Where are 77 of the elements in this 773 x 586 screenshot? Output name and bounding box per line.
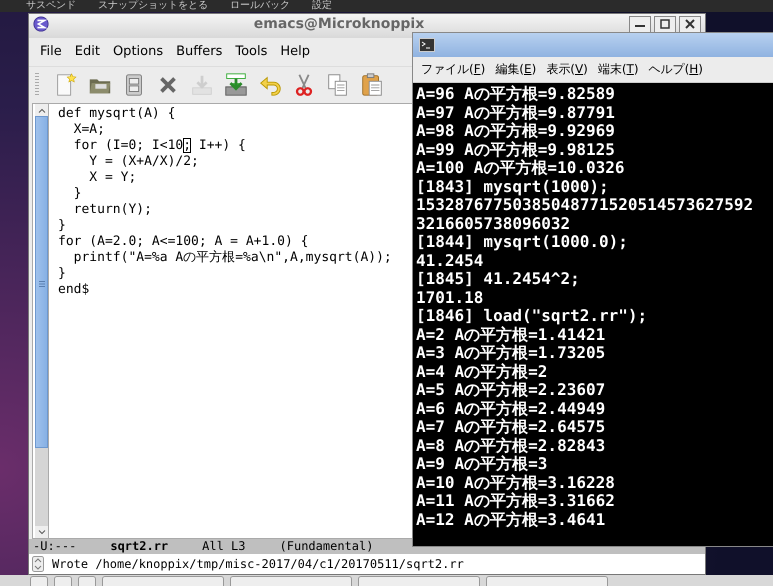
- menu-item[interactable]: Options: [108, 43, 168, 63]
- taskbar-icon[interactable]: [78, 576, 96, 586]
- menu-item[interactable]: File: [35, 43, 67, 63]
- code-line: return(Y);: [72, 202, 153, 218]
- terminal-line: [1846] load("sqrt2.rr");: [416, 307, 648, 326]
- scroll-grip-icon: [38, 281, 44, 287]
- terminal-line: A=9 Aの平方根=3: [416, 455, 548, 474]
- terminal-line: A=4 Aの平方根=2: [416, 362, 548, 381]
- terminal-icon: [419, 38, 435, 52]
- panel-item[interactable]: ロールバック: [230, 0, 290, 12]
- minibuffer-scroll-icon: [32, 556, 44, 572]
- menu-item[interactable]: 編集(E): [491, 60, 540, 79]
- terminal-line: A=97 Aの平方根=9.87791: [416, 104, 616, 122]
- scroll-up-icon: [38, 108, 46, 112]
- code-line: X=A;: [72, 122, 106, 138]
- close-icon: [684, 18, 696, 30]
- save-to-disk-icon: [223, 72, 249, 98]
- terminal-line: A=2 Aの平方根=1.41421: [416, 326, 606, 344]
- terminal-line: 15328767750385048771520514573627592: [416, 196, 754, 214]
- terminal-line: A=6 Aの平方根=2.44949: [416, 400, 606, 418]
- menu-item[interactable]: Buffers: [171, 43, 228, 63]
- minimize-button[interactable]: [629, 16, 651, 33]
- terminal-line: A=12 Aの平方根=3.4641: [416, 510, 606, 529]
- terminal-line: A=7 Aの平方根=2.64575: [416, 418, 606, 436]
- code-line: Y = (X+A/X)/2;: [88, 154, 200, 170]
- taskbar-button[interactable]: [230, 576, 352, 586]
- buffer-status: -U:---: [33, 539, 76, 554]
- code-line: def mysqrt(A) {: [58, 106, 176, 122]
- terminal-line: A=11 Aの平方根=3.31662: [416, 492, 616, 510]
- window-title: emacs@Microknoppix: [252, 16, 426, 32]
- menu-item[interactable]: Help: [275, 43, 316, 63]
- major-mode: (Fundamental): [280, 539, 374, 554]
- code-line: printf("A=%a Aの平方根=%a\n",A,mysqrt(A));: [72, 250, 392, 266]
- terminal-line: A=96 Aの平方根=9.82589: [416, 85, 616, 104]
- menu-item[interactable]: Tools: [230, 43, 272, 63]
- buffer-name: sqrt2.rr: [110, 539, 168, 554]
- emacs-logo-icon: [33, 16, 49, 32]
- scroll-down-icon: [38, 530, 46, 534]
- menu-item[interactable]: 表示(V): [542, 60, 592, 79]
- terminal-line: A=10 Aの平方根=3.16228: [416, 474, 616, 492]
- terminal-line: [1845] 41.2454^2;: [416, 270, 581, 288]
- scrollbar[interactable]: [35, 104, 49, 538]
- taskbar-icon[interactable]: [54, 576, 72, 586]
- taskbar-button[interactable]: [102, 576, 224, 586]
- toolbar-grip-icon: [35, 73, 39, 97]
- terminal-line: A=99 Aの平方根=9.98125: [416, 140, 616, 159]
- maximize-icon: [659, 18, 671, 30]
- code-line: for (I=0; I<10; I++) {: [72, 138, 247, 154]
- terminal-line: A=98 Aの平方根=9.92969: [416, 122, 616, 140]
- terminal-line: A=8 Aの平方根=2.82843: [416, 436, 606, 455]
- panel-item[interactable]: サスペンド: [26, 0, 76, 12]
- taskbar-icon[interactable]: [30, 576, 48, 586]
- menu-item[interactable]: 端末(T): [594, 60, 643, 79]
- menu-item[interactable]: Edit: [70, 43, 105, 63]
- code-line: X = Y;: [88, 170, 138, 186]
- minibuffer-message: Wrote /home/knoppix/tmp/misc-2017/04/c1/20170511/sqrt2.rr: [52, 557, 464, 571]
- taskbar-button[interactable]: [486, 576, 608, 586]
- taskbar-button[interactable]: [358, 576, 480, 586]
- maximize-button[interactable]: [654, 16, 676, 33]
- code-line: }: [58, 266, 67, 282]
- terminal-line: [1843] mysqrt(1000);: [416, 178, 610, 196]
- terminal-line: A=3 Aの平方根=1.73205: [416, 344, 606, 362]
- code-line: end$: [58, 282, 90, 298]
- code-line: }: [58, 218, 67, 234]
- close-button[interactable]: [679, 16, 701, 33]
- terminal-line: 1701.18: [416, 288, 484, 307]
- terminal-line: A=100 Aの平方根=10.0326: [416, 159, 626, 178]
- minimize-icon: [635, 25, 645, 27]
- code-line: for (A=2.0; A<=100; A = A+1.0) {: [58, 234, 310, 250]
- terminal-line: A=5 Aの平方根=2.23607: [416, 381, 606, 400]
- code-line: }: [72, 186, 82, 202]
- terminal-line: 3216605738096032: [416, 214, 572, 233]
- menu-item[interactable]: ヘルプ(H): [644, 60, 707, 79]
- menu-item[interactable]: ファイル(F): [417, 60, 490, 79]
- terminal-line: 41.2454: [416, 252, 484, 270]
- terminal-line: [1844] mysqrt(1000.0);: [416, 233, 629, 252]
- cursor-position: All L3: [202, 539, 246, 554]
